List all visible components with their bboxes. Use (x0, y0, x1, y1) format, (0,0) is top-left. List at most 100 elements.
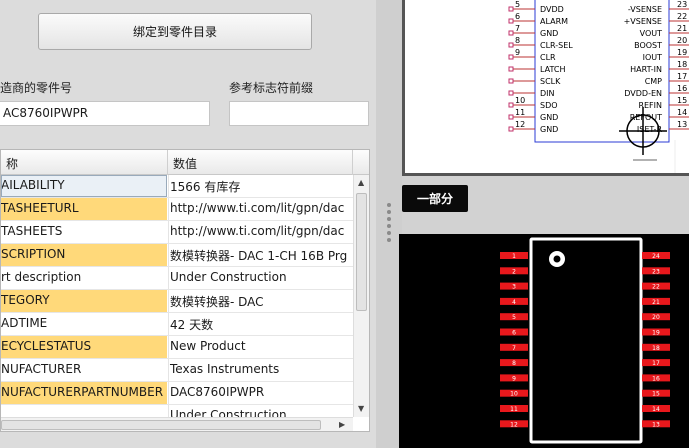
pin-name: SCLK (540, 77, 561, 86)
table-row[interactable]: TASHEETURL http://www.ti.com/lit/gpn/dac (1, 198, 353, 221)
param-name-cell[interactable]: NUFACTURER (1, 359, 167, 381)
footprint-pad: 9 (500, 374, 528, 382)
header-name[interactable]: 称 (1, 150, 168, 175)
param-name-cell[interactable]: ADTIME (1, 313, 167, 335)
tab-part[interactable]: 一部分 (402, 185, 468, 212)
table-row[interactable]: NUFACTURERPARTNUMBER DAC8760IPWPR (1, 382, 353, 405)
param-name-cell[interactable]: TEGORY (1, 290, 167, 312)
table-row[interactable]: AILABILITY 1566 有库存 (1, 175, 353, 198)
pad-number: 13 (652, 421, 660, 428)
pad-number: 6 (512, 330, 516, 337)
param-name-cell[interactable]: ECYCLESTATUS (1, 336, 167, 358)
param-name-cell[interactable] (1, 405, 167, 417)
pin-name: GND (540, 113, 558, 122)
pad-number: 3 (512, 284, 516, 291)
table-row[interactable]: SCRIPTION 数模转换器- DAC 1-CH 16B Prg (1, 244, 353, 267)
param-value-cell[interactable]: http://www.ti.com/lit/gpn/dac (168, 198, 353, 220)
param-value-cell[interactable]: 1566 有库存 (168, 175, 353, 197)
param-value-cell[interactable]: Under Construction (168, 267, 353, 289)
footprint-pad: 6 (500, 328, 528, 337)
param-name-cell[interactable]: TASHEETURL (1, 198, 167, 220)
pin-number: 19 (677, 48, 687, 57)
pin-number: 11 (515, 108, 525, 117)
table-row[interactable]: Under Construction (1, 405, 353, 417)
table-row[interactable]: ECYCLESTATUS New Product (1, 336, 353, 359)
param-value-cell[interactable]: Under Construction (168, 405, 353, 417)
pad-number: 19 (652, 330, 660, 337)
table-row[interactable]: TASHEETS http://www.ti.com/lit/gpn/dac (1, 221, 353, 244)
footprint-pad: 15 (642, 389, 670, 398)
supplier-part-number-field[interactable]: AC8760IPWPR (0, 101, 210, 126)
horizontal-scrollbar[interactable]: ▶ (1, 417, 353, 431)
pin-number: 18 (677, 60, 687, 69)
scroll-down-icon[interactable]: ▼ (358, 404, 364, 413)
footprint-pad: 1 (500, 252, 528, 260)
pin-name: CMP (645, 77, 662, 86)
pin-name: DVDD-EN (624, 89, 662, 98)
table-row[interactable]: ADTIME 42 天数 (1, 313, 353, 336)
param-name-cell[interactable]: AILABILITY (1, 175, 167, 197)
footprint-pad: 12 (500, 420, 528, 428)
param-name-cell[interactable]: NUFACTURERPARTNUMBER (1, 382, 167, 404)
param-value-cell[interactable]: 数模转换器- DAC (168, 290, 353, 312)
param-name-cell[interactable]: SCRIPTION (1, 244, 167, 266)
schematic-canvas: 5 DVDD 6 ALARM 7 GND 8 CLR-SEL 9 CLR LATCH SCLK DIN 1… (508, 0, 689, 173)
grip-dot (387, 231, 391, 235)
schematic-preview[interactable]: 5 DVDD 6 ALARM 7 GND 8 CLR-SEL 9 CLR LATCH SCLK DIN 1… (402, 0, 689, 176)
vertical-scrollbar[interactable]: ▲ ▼ (353, 175, 369, 417)
pin-name: LATCH (540, 65, 566, 74)
table-row[interactable]: NUFACTURER Texas Instruments (1, 359, 353, 382)
pin-number: 22 (677, 12, 687, 21)
param-value-cell[interactable]: 数模转换器- DAC 1-CH 16B Prg (168, 244, 353, 266)
pad-number: 21 (652, 299, 660, 306)
schematic-pin: 12 GND (508, 120, 558, 134)
param-name-cell[interactable]: TASHEETS (1, 221, 167, 243)
pin-name: GND (540, 29, 558, 38)
scroll-right-icon[interactable]: ▶ (339, 420, 345, 429)
table-row[interactable]: rt description Under Construction (1, 267, 353, 290)
pad-number: 10 (510, 391, 518, 398)
header-value[interactable]: 数值 (168, 150, 353, 175)
table-row[interactable]: TEGORY 数模转换器- DAC (1, 290, 353, 313)
scroll-up-icon[interactable]: ▲ (358, 178, 364, 187)
schematic-pin: 13ISET-R (637, 120, 689, 134)
grid-rows: AILABILITY 1566 有库存 TASHEETURL http://www.t… (1, 175, 353, 417)
pin-name: IOUT (643, 53, 663, 62)
param-value-cell[interactable]: New Product (168, 336, 353, 358)
pin-name: CLR (540, 53, 556, 62)
footprint-pad: 14 (642, 405, 670, 413)
pin-number: 17 (677, 72, 687, 81)
param-value-cell[interactable]: 42 天数 (168, 313, 353, 335)
pad-number: 11 (510, 406, 518, 413)
pin-name: ALARM (540, 17, 568, 26)
vertical-scroll-thumb[interactable] (356, 193, 367, 311)
pad-number: 7 (512, 345, 516, 352)
supplier-part-number-label: 造商的零件号 (0, 81, 73, 95)
param-value-cell[interactable]: Texas Instruments (168, 359, 353, 381)
footprint-pad: 3 (500, 282, 528, 291)
pin-number: 21 (677, 24, 687, 33)
pin-name: +VSENSE (624, 17, 662, 26)
pad-number: 23 (652, 268, 660, 275)
footprint-pad: 24 (642, 252, 670, 260)
param-value-cell[interactable]: http://www.ti.com/lit/gpn/dac (168, 221, 353, 243)
footprint-preview[interactable]: 1 2 3 4 5 6 7 8 9 10 11 12 24 23 22 21 20 19 18 17 16 15 14 13 (399, 234, 689, 448)
pin-number: 13 (677, 120, 687, 129)
footprint-pad: 19 (642, 328, 670, 337)
pin-number: 9 (515, 48, 520, 57)
pin-name: -VSENSE (628, 5, 662, 14)
bind-to-catalog-button[interactable]: 绑定到零件目录 (38, 13, 312, 50)
horizontal-scroll-thumb[interactable] (1, 420, 321, 430)
pad-number: 5 (512, 314, 516, 321)
pin-number: 14 (677, 108, 687, 117)
pad-number: 15 (652, 391, 660, 398)
param-value-cell[interactable]: DAC8760IPWPR (168, 382, 353, 404)
parameters-grid: 称 数值 AILABILITY 1566 有库存 TASHEETURL http://… (0, 149, 370, 432)
footprint-pad: 7 (500, 343, 528, 352)
pin-number: 16 (677, 84, 687, 93)
param-name-cell[interactable]: rt description (1, 267, 167, 289)
pin-number: 20 (677, 36, 687, 45)
pin-number: 12 (515, 120, 525, 129)
pin-name: CLR-SEL (540, 41, 573, 50)
ref-prefix-field[interactable] (229, 101, 369, 126)
